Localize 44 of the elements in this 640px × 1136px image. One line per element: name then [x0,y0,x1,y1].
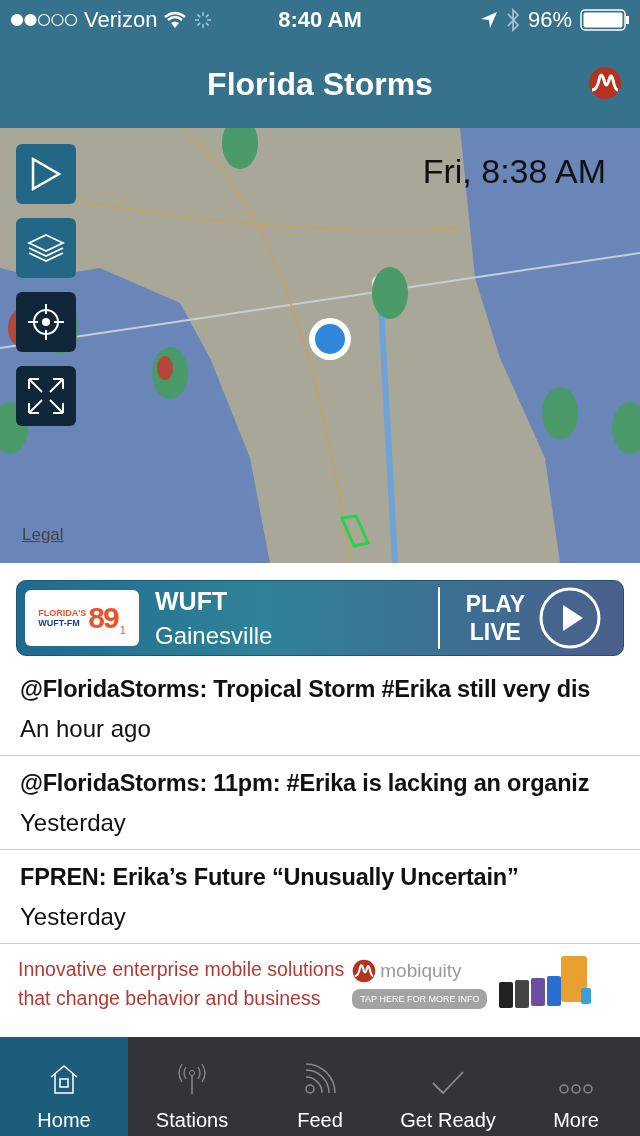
play-button[interactable] [16,144,76,204]
checkmark-icon [432,1069,464,1095]
clock-time: 8:40 AM [278,7,362,32]
play-icon [29,157,63,191]
news-time: Yesterday [20,903,126,931]
news-headline[interactable]: @FloridaStorms: 11pm: #Erika is lacking an organiz [20,770,590,797]
antenna-icon [175,1063,209,1095]
crosshair-icon [26,302,66,342]
ad-text: Innovative enterprise mobile solutions [18,958,345,981]
spinner-icon [193,10,214,30]
play-live-button[interactable]: PLAY LIVE [439,587,623,649]
wifi-icon [163,11,188,29]
rss-icon [304,1063,336,1095]
news-headline[interactable]: @FloridaStorms: Tropical Storm #Erika still very dis [20,676,591,703]
news-time: Yesterday [20,809,126,837]
layers-icon [27,233,65,263]
tab-bar-item[interactable]: More [512,1037,640,1136]
station-name: WUFT [155,586,229,616]
expand-icon [26,376,66,416]
news-headline[interactable]: FPREN: Erika’s Future “Unusually Uncertain” [20,864,519,891]
home-icon [48,1063,80,1095]
bluetooth-icon [505,8,520,32]
wave-logo-icon[interactable] [588,66,622,100]
play-circle-icon [539,587,601,649]
wave-logo-icon [352,959,377,983]
more-icon [559,1083,593,1095]
battery-icon [580,9,630,31]
location-arrow-icon [479,11,498,29]
ad-brand: mobiquity [380,960,462,982]
map-timestamp: Fri, 8:38 AM [422,152,606,191]
ad-text: that change behavior and business [18,987,322,1010]
station-city: Gainesville [155,621,274,650]
news-time: An hour ago [20,715,151,743]
tab-bar-item[interactable]: Home [0,1037,128,1136]
signal-icon [10,13,78,27]
carrier-name: Verizon [84,7,158,33]
battery-percent: 96% [527,7,572,33]
app-title: Florida Storms [207,65,433,103]
tab-bar-item[interactable]: Feed [256,1037,384,1136]
layers-button[interactable] [16,218,76,278]
fullscreen-button[interactable] [16,366,76,426]
tab-bar-item[interactable]: Stations [128,1037,256,1136]
tab-bar-item[interactable]: Get Ready [384,1037,512,1136]
locate-button[interactable] [16,292,76,352]
